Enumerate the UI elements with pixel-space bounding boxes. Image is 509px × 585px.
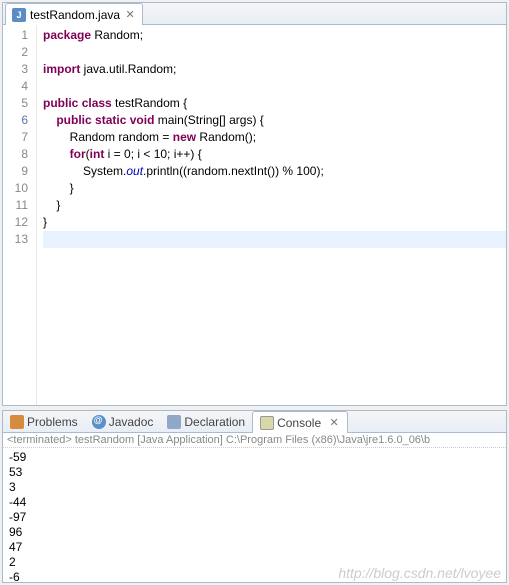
tab-label: testRandom.java (30, 8, 120, 22)
output-line: 2 (9, 555, 500, 570)
tab-label: Javadoc (109, 415, 154, 429)
code-line[interactable]: public static void main(String[] args) { (43, 112, 506, 129)
close-icon[interactable]: ✕ (124, 9, 136, 21)
line-number: 3 (3, 61, 28, 78)
line-number-gutter: 12345678910111213 (3, 25, 37, 405)
code-line[interactable] (43, 231, 506, 248)
line-number: 8 (3, 146, 28, 163)
line-number: 5 (3, 95, 28, 112)
editor-tab[interactable]: J testRandom.java ✕ (5, 3, 143, 25)
console-status: <terminated> testRandom [Java Applicatio… (3, 433, 506, 448)
code-line[interactable]: Random random = new Random(); (43, 129, 506, 146)
view-tab-bar: Problems Javadoc Declaration Console ✕ (3, 411, 506, 433)
tab-problems[interactable]: Problems (3, 411, 85, 433)
declaration-icon (167, 415, 181, 429)
output-line: 47 (9, 540, 500, 555)
line-number: 12 (3, 214, 28, 231)
code-line[interactable]: System.out.println((random.nextInt()) % … (43, 163, 506, 180)
output-line: -6 (9, 570, 500, 583)
problems-icon (10, 415, 24, 429)
code-editor[interactable]: 12345678910111213 package Random; import… (3, 25, 506, 405)
code-line[interactable]: for(int i = 0; i < 10; i++) { (43, 146, 506, 163)
code-line[interactable]: } (43, 197, 506, 214)
code-line[interactable]: package Random; (43, 27, 506, 44)
line-number: 9 (3, 163, 28, 180)
tab-declaration[interactable]: Declaration (160, 411, 252, 433)
line-number: 11 (3, 197, 28, 214)
output-line: -44 (9, 495, 500, 510)
editor-tab-bar: J testRandom.java ✕ (3, 3, 506, 25)
editor-panel: J testRandom.java ✕ 12345678910111213 pa… (2, 2, 507, 406)
line-number: 13 (3, 231, 28, 248)
code-line[interactable]: public class testRandom { (43, 95, 506, 112)
tab-label: Console (277, 416, 321, 430)
line-number: 6 (3, 112, 28, 129)
code-line[interactable]: import java.util.Random; (43, 61, 506, 78)
line-number: 10 (3, 180, 28, 197)
tab-label: Declaration (184, 415, 245, 429)
output-line: 3 (9, 480, 500, 495)
code-line[interactable]: } (43, 214, 506, 231)
code-content[interactable]: package Random; import java.util.Random;… (37, 25, 506, 405)
ide-window: J testRandom.java ✕ 12345678910111213 pa… (0, 0, 509, 585)
close-icon[interactable]: ✕ (328, 417, 340, 429)
javadoc-icon (92, 415, 106, 429)
output-line: -59 (9, 450, 500, 465)
code-line[interactable] (43, 78, 506, 95)
output-line: -97 (9, 510, 500, 525)
tab-console[interactable]: Console ✕ (252, 411, 348, 433)
tab-javadoc[interactable]: Javadoc (85, 411, 161, 433)
tab-label: Problems (27, 415, 78, 429)
output-line: 96 (9, 525, 500, 540)
bottom-panel: Problems Javadoc Declaration Console ✕ <… (2, 410, 507, 583)
line-number: 2 (3, 44, 28, 61)
console-icon (260, 416, 274, 430)
console-output[interactable]: -59533-44-9796472-636 (3, 448, 506, 583)
java-file-icon: J (12, 8, 26, 22)
code-line[interactable]: } (43, 180, 506, 197)
line-number: 1 (3, 27, 28, 44)
output-line: 53 (9, 465, 500, 480)
code-line[interactable] (43, 44, 506, 61)
line-number: 4 (3, 78, 28, 95)
line-number: 7 (3, 129, 28, 146)
